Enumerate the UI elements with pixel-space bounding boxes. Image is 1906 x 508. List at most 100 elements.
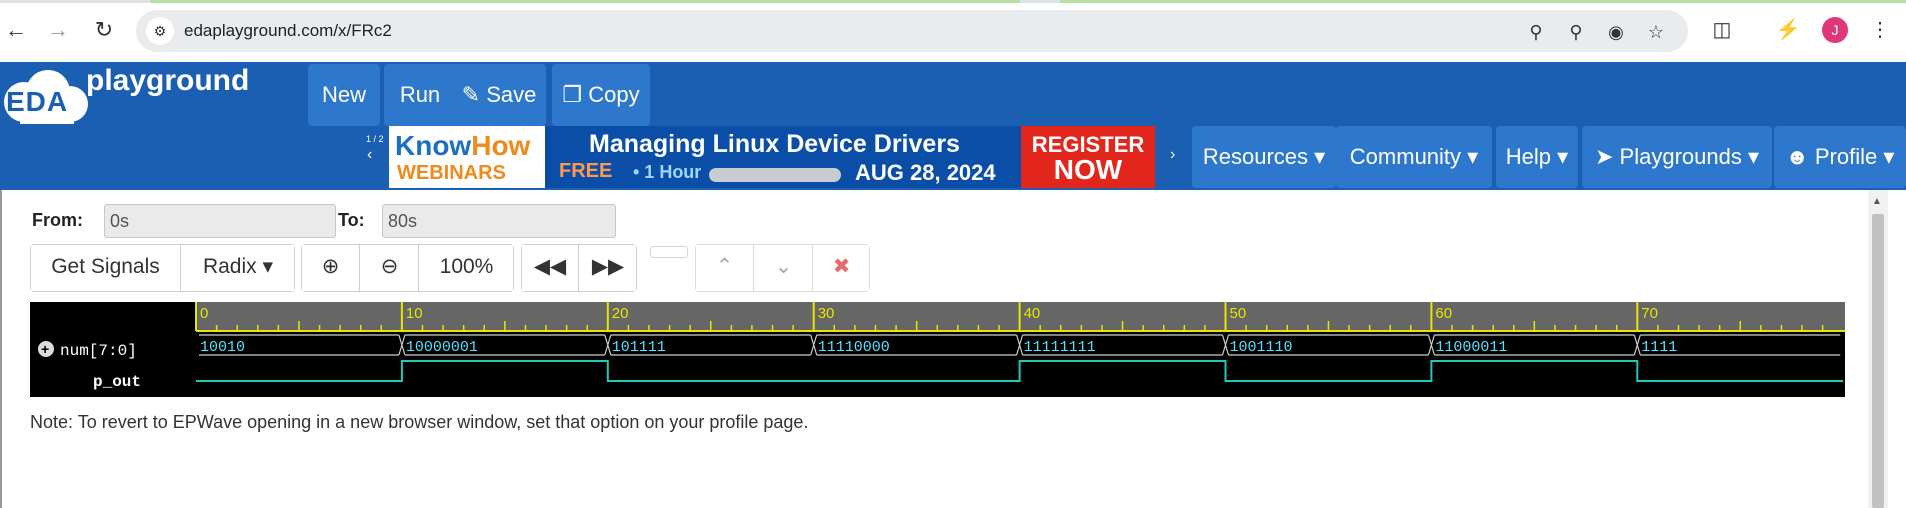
next-edge-icon[interactable]: ▶▶	[580, 245, 636, 291]
bus-value: 11000011	[1435, 339, 1507, 356]
to-label: To:	[338, 210, 365, 230]
caret-down-icon: ▾	[1551, 144, 1569, 169]
ad-webinars: WEBINARS	[397, 162, 506, 184]
run-button[interactable]: Run	[384, 64, 456, 126]
community-menu[interactable]: Community ▾	[1336, 126, 1492, 188]
zoom-level-text: 100%	[439, 255, 494, 278]
get-signals-label: Get Signals	[51, 255, 160, 278]
ruler-tick-label: 50	[1230, 305, 1247, 322]
new-button[interactable]: New	[308, 64, 380, 126]
prev-edge-icon[interactable]: ◀◀	[522, 245, 579, 291]
ad-carousel-dots[interactable]	[709, 168, 841, 182]
ad-knowhow-logo: KnowHow WEBINARS	[389, 126, 545, 188]
zoom-icon[interactable]: ⚲	[1564, 20, 1588, 44]
move-down-icon[interactable]: ⌄	[755, 245, 813, 291]
plus-glyph: +	[41, 341, 49, 357]
reload-icon[interactable]: ↻	[88, 14, 120, 46]
run-label: Run	[399, 82, 441, 107]
logo-playground-text: playground	[86, 64, 250, 97]
tab-strip-edge	[0, 0, 1906, 3]
resources-label: Resources	[1202, 144, 1308, 169]
profile-note: Note: To revert to EPWave opening in a n…	[30, 412, 809, 432]
bus-value: 101111	[612, 339, 666, 356]
logo[interactable]: EDA playground	[0, 62, 300, 132]
site-header: EDA playground New Run ✎ Save ❐ Copy 1 /…	[0, 62, 1906, 190]
caret-down-icon: ▾	[1461, 144, 1479, 169]
zoom-in-icon[interactable]: ⊕	[302, 245, 360, 291]
avatar[interactable]: J	[1822, 17, 1848, 43]
ad-counter: 1 / 2	[366, 134, 384, 144]
signal-name-num[interactable]: num[7:0]	[60, 342, 137, 360]
ruler-tick-label: 60	[1435, 305, 1452, 322]
caret-down-icon: ▾	[1308, 144, 1326, 169]
ad-free: FREE	[559, 160, 613, 182]
ad-know: Know	[395, 130, 472, 161]
ruler-tick-label: 20	[612, 305, 629, 322]
from-input[interactable]	[104, 204, 336, 238]
bus-value: 10000001	[406, 339, 478, 356]
ruler-tick-label: 40	[1024, 305, 1041, 322]
ruler-tick-label: 0	[200, 305, 208, 322]
site-info-icon[interactable]: ⚙	[146, 17, 174, 45]
profile-menu[interactable]: ☻ Profile ▾	[1774, 126, 1906, 188]
menu-kebab-icon[interactable]: ⋮	[1866, 16, 1894, 44]
bus-value: 1001110	[1230, 339, 1293, 356]
help-menu[interactable]: Help ▾	[1496, 126, 1578, 188]
radix-label: Radix	[202, 255, 257, 278]
remove-signal-icon[interactable]: ✖	[814, 245, 869, 291]
bookmark-star-icon[interactable]: ☆	[1644, 20, 1668, 44]
move-up-icon[interactable]: ⌃	[696, 245, 754, 291]
copy-label: Copy	[588, 82, 640, 107]
ad-banner[interactable]: KnowHow WEBINARS Managing Linux Device D…	[389, 126, 1155, 188]
ruler-tick-label: 10	[406, 305, 423, 322]
vertical-scrollbar[interactable]: ▲	[1868, 190, 1888, 508]
ad-prev-icon[interactable]: ‹	[367, 146, 372, 164]
extensions-icon[interactable]: ◫	[1708, 16, 1736, 44]
radix-dropdown[interactable]: Radix ▾	[182, 245, 294, 291]
copy-button[interactable]: ❐ Copy	[552, 64, 650, 126]
community-label: Community	[1349, 144, 1462, 169]
zoom-level[interactable]: 100%	[420, 245, 513, 291]
playgrounds-menu[interactable]: ➤ Playgrounds ▾	[1582, 126, 1772, 188]
ruler-tick-label: 30	[818, 305, 835, 322]
forward-icon[interactable]: →	[42, 14, 74, 46]
bus-value: 11110000	[818, 339, 890, 356]
ad-register-button[interactable]: REGISTER NOW	[1021, 126, 1155, 188]
from-label: From:	[32, 210, 83, 230]
save-label: Save	[486, 82, 537, 107]
ruler-tick-label: 70	[1641, 305, 1658, 322]
ad-main: Managing Linux Device Drivers FREE • 1 H…	[549, 126, 1019, 188]
logo-eda-text: EDA	[6, 86, 69, 117]
ad-title: Managing Linux Device Drivers	[589, 130, 960, 158]
key-icon[interactable]: ⚲	[1524, 20, 1548, 44]
performance-icon[interactable]: ⚡	[1774, 16, 1802, 44]
back-icon[interactable]: ←	[0, 14, 32, 46]
to-input[interactable]	[382, 204, 616, 238]
ad-next-icon[interactable]: ›	[1170, 146, 1175, 164]
ad-hour: • 1 Hour	[633, 162, 702, 182]
help-label: Help	[1505, 144, 1552, 169]
resources-menu[interactable]: Resources ▾	[1192, 126, 1336, 188]
bus-value: 10010	[200, 339, 245, 356]
zoom-out-icon[interactable]: ⊖	[361, 245, 419, 291]
waveform-viewer[interactable]: 0 10 20 30 40 50 60 70 num[7:0] + p_out 10010 10…	[30, 302, 1845, 397]
new-label: New	[321, 82, 366, 107]
bus-value: 1111	[1641, 339, 1677, 356]
address-bar[interactable]: ⚙ edaplayground.com/x/FRc2 ⚲ ⚲ ◉ ☆	[136, 10, 1688, 52]
scrollbar-thumb[interactable]	[1872, 214, 1884, 508]
scroll-up-icon[interactable]: ▲	[1872, 196, 1882, 207]
get-signals-button[interactable]: Get Signals	[31, 245, 181, 291]
cursor-readout	[650, 246, 688, 258]
eye-off-icon[interactable]: ◉	[1604, 20, 1628, 44]
ad-how: How	[471, 130, 531, 161]
ad-date: AUG 28, 2024	[855, 160, 996, 185]
url-text[interactable]: edaplayground.com/x/FRc2	[184, 21, 392, 41]
user-circle-icon: ☻	[1785, 144, 1815, 169]
signal-name-p-out[interactable]: p_out	[93, 373, 141, 391]
copy-icon: ❐	[562, 82, 589, 107]
caret-down-icon: ▾	[1741, 144, 1759, 169]
save-button[interactable]: ✎ Save	[452, 64, 546, 126]
bus-value: 11111111	[1024, 339, 1096, 356]
signal-names-header	[30, 302, 196, 332]
caret-down-icon: ▾	[256, 255, 274, 278]
